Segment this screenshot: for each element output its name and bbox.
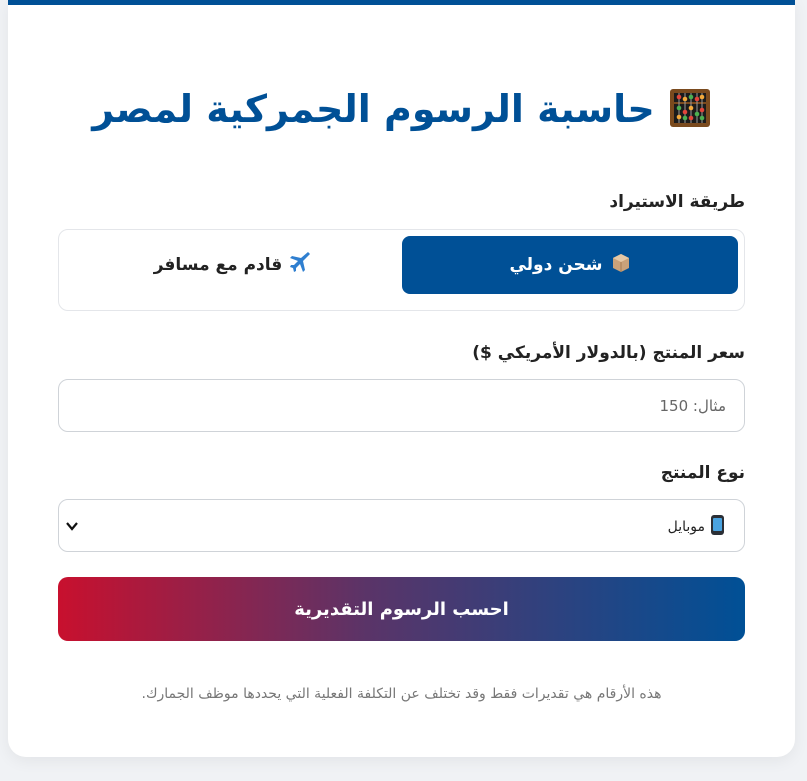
product-type-select[interactable]: موبايل [58, 499, 745, 552]
package-icon [611, 253, 631, 278]
option-with-traveler[interactable]: قادم مع مسافر [65, 236, 401, 294]
option-with-traveler-label: قادم مع مسافر [153, 255, 283, 275]
option-international-shipping[interactable]: شحن دولي [402, 236, 738, 294]
calculator-card: حاسبة الرسوم الجمركية لمصر طريقة الاستير… [8, 0, 795, 757]
mobile-phone-icon [711, 515, 724, 535]
calculate-button[interactable]: احسب الرسوم التقديرية [58, 577, 745, 641]
page-title: حاسبة الرسوم الجمركية لمصر [8, 87, 795, 131]
chevron-down-icon [65, 518, 79, 532]
product-type-label: نوع المنتج [660, 463, 745, 483]
disclaimer-text: هذه الأرقام هي تقديرات فقط وقد تختلف عن … [141, 686, 662, 702]
price-label: سعر المنتج (بالدولار الأمريكي $) [472, 343, 745, 363]
page-title-text: حاسبة الرسوم الجمركية لمصر [92, 87, 655, 131]
product-type-selected: موبايل [668, 515, 724, 535]
option-international-shipping-label: شحن دولي [509, 255, 603, 275]
import-method-label: طريقة الاستيراد [609, 192, 745, 212]
product-type-selected-label: موبايل [667, 519, 705, 535]
abacus-icon [669, 88, 711, 128]
airplane-icon [290, 251, 312, 279]
import-method-toggle: شحن دولي قادم مع مسافر [58, 229, 745, 311]
price-input[interactable] [58, 379, 745, 432]
